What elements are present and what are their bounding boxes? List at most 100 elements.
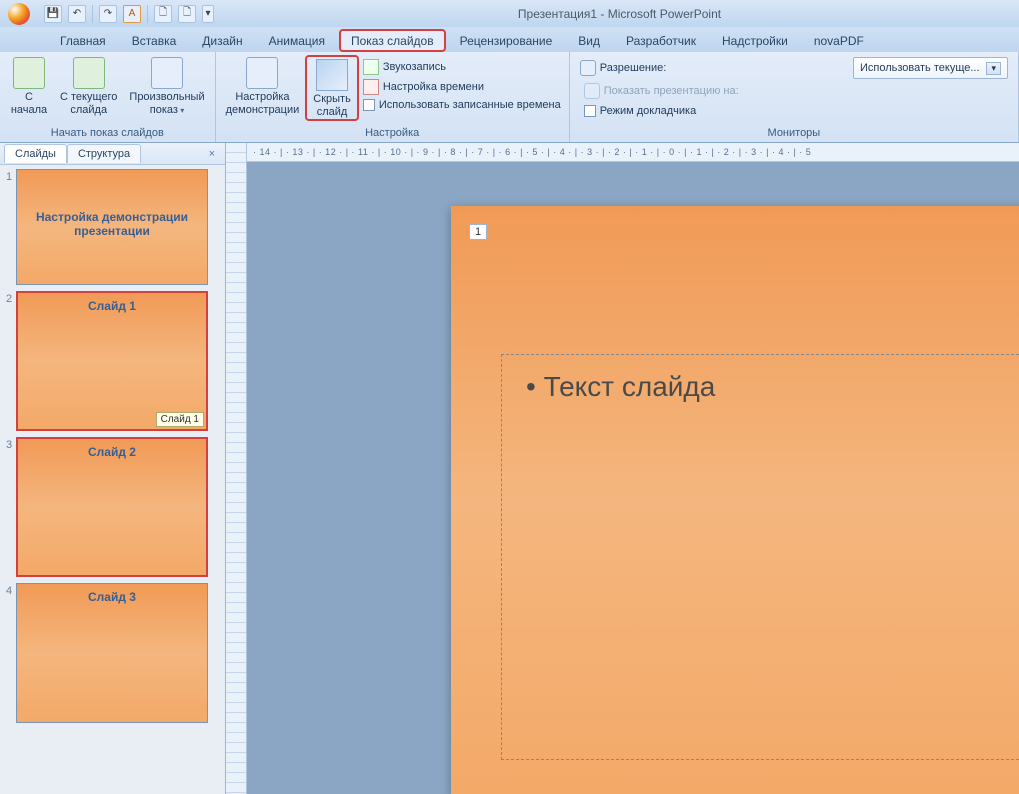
play-current-icon [73,57,105,89]
side-tabs: Слайды Структура × [0,143,225,165]
thumb-title: Настройка демонстрации презентации [17,170,207,278]
checkbox-icon [363,99,375,111]
setup-show-button[interactable]: Настройка демонстрации [220,55,306,117]
tab-review[interactable]: Рецензирование [448,29,565,52]
tab-home[interactable]: Главная [48,29,118,52]
from-current-label: С текущего слайда [60,91,117,117]
thumb-row[interactable]: 3 Слайд 2 [2,437,223,577]
slide-canvas-area[interactable]: 1 Слайд 2 • Текст слайда [247,162,1019,794]
tab-view[interactable]: Вид [566,29,612,52]
use-timings-checkbox[interactable]: Использовать записанные времена [359,97,565,113]
use-timings-label: Использовать записанные времена [379,99,561,111]
from-beginning-label: С начала [11,91,47,117]
slide-number-badge: 1 [469,224,487,240]
hide-slide-button[interactable]: Скрыть слайд [305,55,359,121]
qat-new2[interactable]: 🗋 [178,5,196,23]
tab-animation[interactable]: Анимация [257,29,337,52]
custom-slideshow-button[interactable]: Произвольный показ [123,55,210,117]
resolution-value: Использовать текуще... [860,62,980,74]
qat-separator [147,5,148,23]
side-tab-slides[interactable]: Слайды [4,144,67,163]
tab-insert[interactable]: Вставка [120,29,189,52]
thumb-row[interactable]: 1Настройка демонстрации презентации [2,169,223,285]
rehearse-timings-button[interactable]: Настройка времени [359,77,565,97]
thumb-number: 2 [2,291,16,305]
slide-thumbnail[interactable]: Слайд 3 [16,583,208,723]
group-monitors-label: Мониторы [574,125,1014,142]
from-beginning-button[interactable]: С начала [4,55,54,117]
thumb-badge: Слайд 1 [156,412,204,427]
checkbox-icon [584,105,596,117]
thumb-number: 1 [2,169,16,183]
qat-menu[interactable]: ▾ [202,5,214,23]
tab-addins[interactable]: Надстройки [710,29,800,52]
tab-slideshow[interactable]: Показ слайдов [339,29,446,52]
mic-icon [363,59,379,75]
main-column: · 14 · | · 13 · | · 12 · | · 11 · | · 10… [247,143,1019,794]
show-on-label: Показать презентацию на: [604,85,739,97]
resolution-label: Разрешение: [600,62,667,74]
group-monitors: Разрешение: Использовать текуще... ▾ Пок… [570,52,1019,142]
rehearse-timings-label: Настройка времени [383,81,484,93]
slide-thumbnail[interactable]: Слайд 1 Слайд 1 [16,291,208,431]
horizontal-ruler: · 14 · | · 13 · | · 12 · | · 11 · | · 10… [247,143,1019,162]
custom-show-icon [151,57,183,89]
thumb-title: Слайд 2 [76,439,148,465]
tab-novapdf[interactable]: novaPDF [802,29,876,52]
clock-icon [363,79,379,95]
quick-access-toolbar: 💾 ↶ ↷ A 🗋 🗋 ▾ [38,5,220,23]
group-setup-label: Настройка [220,125,565,142]
record-narration-button[interactable]: Звукозапись [359,57,565,77]
qat-save[interactable]: 💾 [44,5,62,23]
monitor-icon [584,83,600,99]
group-start-slideshow: С начала С текущего слайда Произвольный … [0,52,216,142]
thumb-number: 4 [2,583,16,597]
qat-undo[interactable]: ↶ [68,5,86,23]
chevron-down-icon: ▾ [986,62,1001,75]
group-start-label: Начать показ слайдов [4,125,211,142]
hide-slide-label: Скрыть слайд [313,93,351,119]
workspace: Слайды Структура × 1Настройка демонстрац… [0,143,1019,794]
custom-slideshow-label: Произвольный показ [129,91,204,117]
resolution-dropdown[interactable]: Использовать текуще... ▾ [853,57,1008,79]
bullet-text[interactable]: • Текст слайда [502,355,1019,419]
setup-show-icon [246,57,278,89]
show-on-row: Показать презентацию на: [580,81,1008,101]
title-bar: 💾 ↶ ↷ A 🗋 🗋 ▾ Презентация1 - Microsoft P… [0,0,1019,27]
thumb-title: Слайд 3 [76,584,148,610]
slide-thumbnail[interactable]: Слайд 2 [16,437,208,577]
thumb-row[interactable]: 2 Слайд 1 Слайд 1 [2,291,223,431]
thumbnails-list[interactable]: 1Настройка демонстрации презентации2Слай… [0,165,225,794]
record-narration-label: Звукозапись [383,61,446,73]
qat-redo[interactable]: ↷ [99,5,117,23]
slides-panel: Слайды Структура × 1Настройка демонстрац… [0,143,226,794]
thumb-number: 3 [2,437,16,451]
vertical-ruler [226,143,247,794]
monitor-icon [580,60,596,76]
ribbon-tabs: Главная Вставка Дизайн Анимация Показ сл… [0,27,1019,52]
qat-new1[interactable]: 🗋 [154,5,172,23]
play-icon [13,57,45,89]
group-setup: Настройка демонстрации Скрыть слайд Звук… [216,52,570,142]
presenter-view-checkbox[interactable]: Режим докладчика [580,103,1008,119]
tab-developer[interactable]: Разработчик [614,29,708,52]
resolution-label-row: Разрешение: [580,60,667,76]
presenter-view-label: Режим докладчика [600,105,696,117]
slide-thumbnail[interactable]: Настройка демонстрации презентации [16,169,208,285]
slide-canvas[interactable]: 1 Слайд 2 • Текст слайда [451,206,1019,794]
hide-slide-icon [316,59,348,91]
window-title: Презентация1 - Microsoft PowerPoint [220,7,1019,21]
thumb-title: Слайд 1 [76,293,148,319]
thumb-row[interactable]: 4 Слайд 3 [2,583,223,723]
from-current-button[interactable]: С текущего слайда [54,55,123,117]
qat-font-box[interactable]: A [123,5,141,23]
office-button[interactable] [0,0,38,27]
edit-area: · 14 · | · 13 · | · 12 · | · 11 · | · 10… [226,143,1019,794]
ribbon: С начала С текущего слайда Произвольный … [0,52,1019,143]
setup-show-label: Настройка демонстрации [226,91,300,117]
content-placeholder[interactable]: • Текст слайда [501,354,1019,760]
qat-separator [92,5,93,23]
side-tab-outline[interactable]: Структура [67,144,141,163]
side-panel-close[interactable]: × [205,148,219,160]
tab-design[interactable]: Дизайн [190,29,254,52]
